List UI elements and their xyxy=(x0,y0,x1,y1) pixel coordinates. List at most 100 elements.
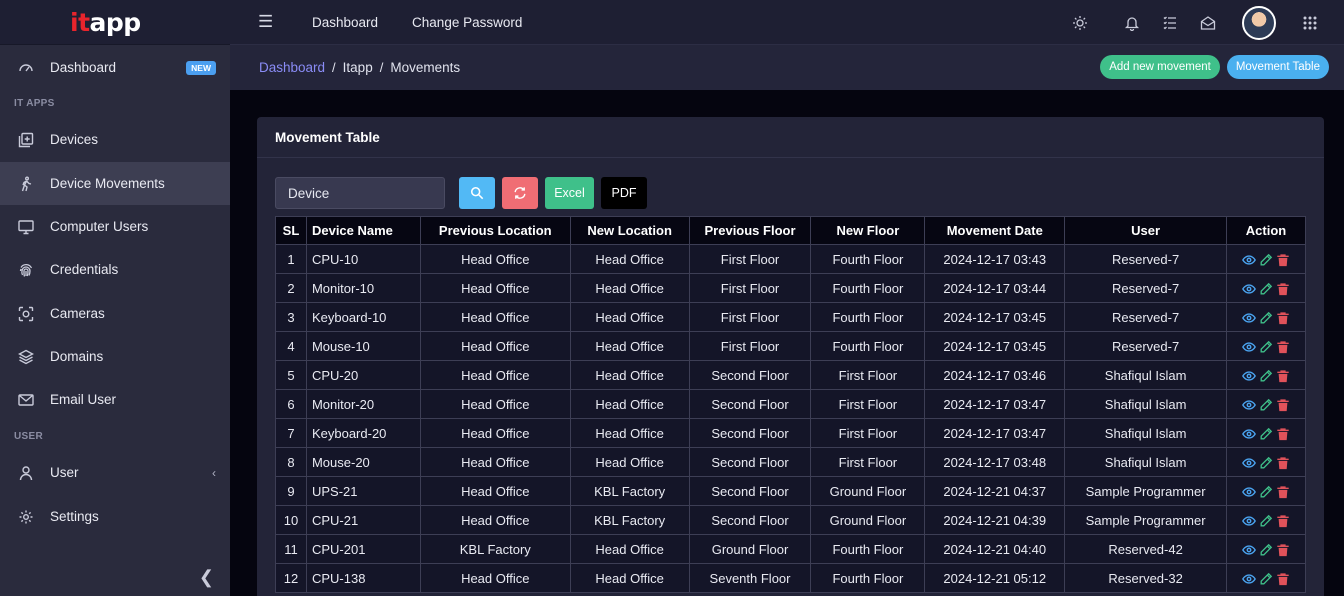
edit-pencil-icon[interactable] xyxy=(1259,543,1273,557)
edit-pencil-icon[interactable] xyxy=(1259,514,1273,528)
view-eye-icon[interactable] xyxy=(1242,543,1256,557)
excel-export-button[interactable]: Excel xyxy=(545,177,594,209)
view-eye-icon[interactable] xyxy=(1242,369,1256,383)
movement-table-button[interactable]: Movement Table xyxy=(1226,55,1329,79)
edit-pencil-icon[interactable] xyxy=(1259,572,1273,586)
table-cell-new-loc: Head Office xyxy=(569,447,690,477)
apps-grid-icon[interactable] xyxy=(1302,15,1318,31)
delete-trash-icon[interactable] xyxy=(1276,543,1290,557)
edit-pencil-icon[interactable] xyxy=(1259,282,1273,296)
table-cell-new-loc: Head Office xyxy=(569,302,690,332)
collapse-sidebar-icon[interactable]: ❮ xyxy=(199,567,214,588)
table-cell-new-loc: Head Office xyxy=(569,244,690,274)
column-header[interactable]: SL xyxy=(275,216,307,245)
table-cell-device: Mouse-10 xyxy=(305,331,421,361)
table-cell-new-floor: Ground Floor xyxy=(810,476,926,506)
delete-trash-icon[interactable] xyxy=(1276,253,1290,267)
delete-trash-icon[interactable] xyxy=(1276,311,1290,325)
chevron-left-icon: ‹ xyxy=(212,465,216,480)
sidebar-item-cameras[interactable]: Cameras xyxy=(0,292,230,335)
breadcrumb: Dashboard / Itapp / Movements Add new mo… xyxy=(230,45,1344,90)
view-eye-icon[interactable] xyxy=(1242,572,1256,586)
edit-pencil-icon[interactable] xyxy=(1259,427,1273,441)
table-cell-new-floor: Fourth Floor xyxy=(810,563,926,593)
view-eye-icon[interactable] xyxy=(1242,427,1256,441)
view-eye-icon[interactable] xyxy=(1242,340,1256,354)
breadcrumb-dashboard[interactable]: Dashboard xyxy=(259,60,325,75)
table-cell-actions xyxy=(1226,563,1306,593)
hamburger-menu-icon[interactable]: ☰ xyxy=(258,12,278,32)
sidebar-item-computer-users[interactable]: Computer Users xyxy=(0,205,230,248)
sidebar-item-credentials[interactable]: Credentials xyxy=(0,248,230,291)
section-label-user: USER xyxy=(14,431,43,442)
table-cell-device: CPU-20 xyxy=(305,360,421,390)
column-header[interactable]: Device Name xyxy=(305,216,421,245)
edit-pencil-icon[interactable] xyxy=(1259,485,1273,499)
view-eye-icon[interactable] xyxy=(1242,456,1256,470)
sidebar-item-device-movements[interactable]: Device Movements xyxy=(0,162,230,205)
table-cell-actions xyxy=(1226,302,1306,332)
view-eye-icon[interactable] xyxy=(1242,253,1256,267)
sidebar-item-user[interactable]: User ‹ xyxy=(0,451,230,494)
column-header[interactable]: Movement Date xyxy=(924,216,1066,245)
edit-pencil-icon[interactable] xyxy=(1259,311,1273,325)
view-eye-icon[interactable] xyxy=(1242,514,1256,528)
column-header[interactable]: User xyxy=(1064,216,1228,245)
fingerprint-icon xyxy=(18,262,34,278)
brand-logo[interactable]: itapp xyxy=(70,10,141,35)
column-header[interactable]: New Location xyxy=(569,216,690,245)
edit-pencil-icon[interactable] xyxy=(1259,456,1273,470)
delete-trash-icon[interactable] xyxy=(1276,427,1290,441)
table-row: 1 CPU-10 Head Office Head Office First Floor… xyxy=(275,244,1306,274)
column-header[interactable]: New Floor xyxy=(810,216,926,245)
top-link-dashboard[interactable]: Dashboard xyxy=(312,15,378,30)
mail-open-icon[interactable] xyxy=(1200,15,1216,31)
table-cell-prev-loc: Head Office xyxy=(419,418,571,448)
column-header[interactable]: Previous Floor xyxy=(688,216,812,245)
table-cell-new-loc: Head Office xyxy=(569,331,690,361)
bell-icon[interactable] xyxy=(1124,15,1140,31)
view-eye-icon[interactable] xyxy=(1242,398,1256,412)
column-header: Action xyxy=(1226,216,1306,245)
sidebar-item-dashboard[interactable]: Dashboard NEW xyxy=(0,46,230,89)
delete-trash-icon[interactable] xyxy=(1276,369,1290,383)
delete-trash-icon[interactable] xyxy=(1276,514,1290,528)
edit-pencil-icon[interactable] xyxy=(1259,340,1273,354)
table-cell-sl: 12 xyxy=(275,563,307,593)
view-eye-icon[interactable] xyxy=(1242,311,1256,325)
brand-logo-area[interactable]: itapp xyxy=(0,0,230,45)
search-input[interactable] xyxy=(275,177,445,209)
pdf-export-button[interactable]: PDF xyxy=(601,177,647,209)
edit-pencil-icon[interactable] xyxy=(1259,253,1273,267)
edit-pencil-icon[interactable] xyxy=(1259,398,1273,412)
add-new-movement-button[interactable]: Add new movement xyxy=(1100,55,1220,79)
delete-trash-icon[interactable] xyxy=(1276,572,1290,586)
view-eye-icon[interactable] xyxy=(1242,282,1256,296)
sidebar-item-settings[interactable]: Settings xyxy=(0,495,230,538)
sidebar-item-devices[interactable]: Devices xyxy=(0,118,230,161)
view-eye-icon[interactable] xyxy=(1242,485,1256,499)
table-cell-actions xyxy=(1226,534,1306,564)
table-cell-new-loc: Head Office xyxy=(569,360,690,390)
list-icon[interactable] xyxy=(1162,15,1178,31)
table-cell-date: 2024-12-21 04:37 xyxy=(924,476,1066,506)
delete-trash-icon[interactable] xyxy=(1276,456,1290,470)
delete-trash-icon[interactable] xyxy=(1276,282,1290,296)
table-cell-new-floor: First Floor xyxy=(810,418,926,448)
delete-trash-icon[interactable] xyxy=(1276,398,1290,412)
column-header[interactable]: Previous Location xyxy=(419,216,571,245)
devices-icon xyxy=(18,132,34,148)
table-cell-actions xyxy=(1226,505,1306,535)
avatar[interactable] xyxy=(1242,5,1276,40)
delete-trash-icon[interactable] xyxy=(1276,340,1290,354)
top-link-change-password[interactable]: Change Password xyxy=(412,15,522,30)
sidebar-item-email-user[interactable]: Email User xyxy=(0,378,230,421)
speedometer-icon xyxy=(18,60,34,76)
edit-pencil-icon[interactable] xyxy=(1259,369,1273,383)
delete-trash-icon[interactable] xyxy=(1276,485,1290,499)
reset-button[interactable] xyxy=(502,177,538,209)
table-cell-new-floor: Fourth Floor xyxy=(810,273,926,303)
sun-icon[interactable] xyxy=(1072,15,1088,31)
search-button[interactable] xyxy=(459,177,495,209)
sidebar-item-domains[interactable]: Domains xyxy=(0,335,230,378)
